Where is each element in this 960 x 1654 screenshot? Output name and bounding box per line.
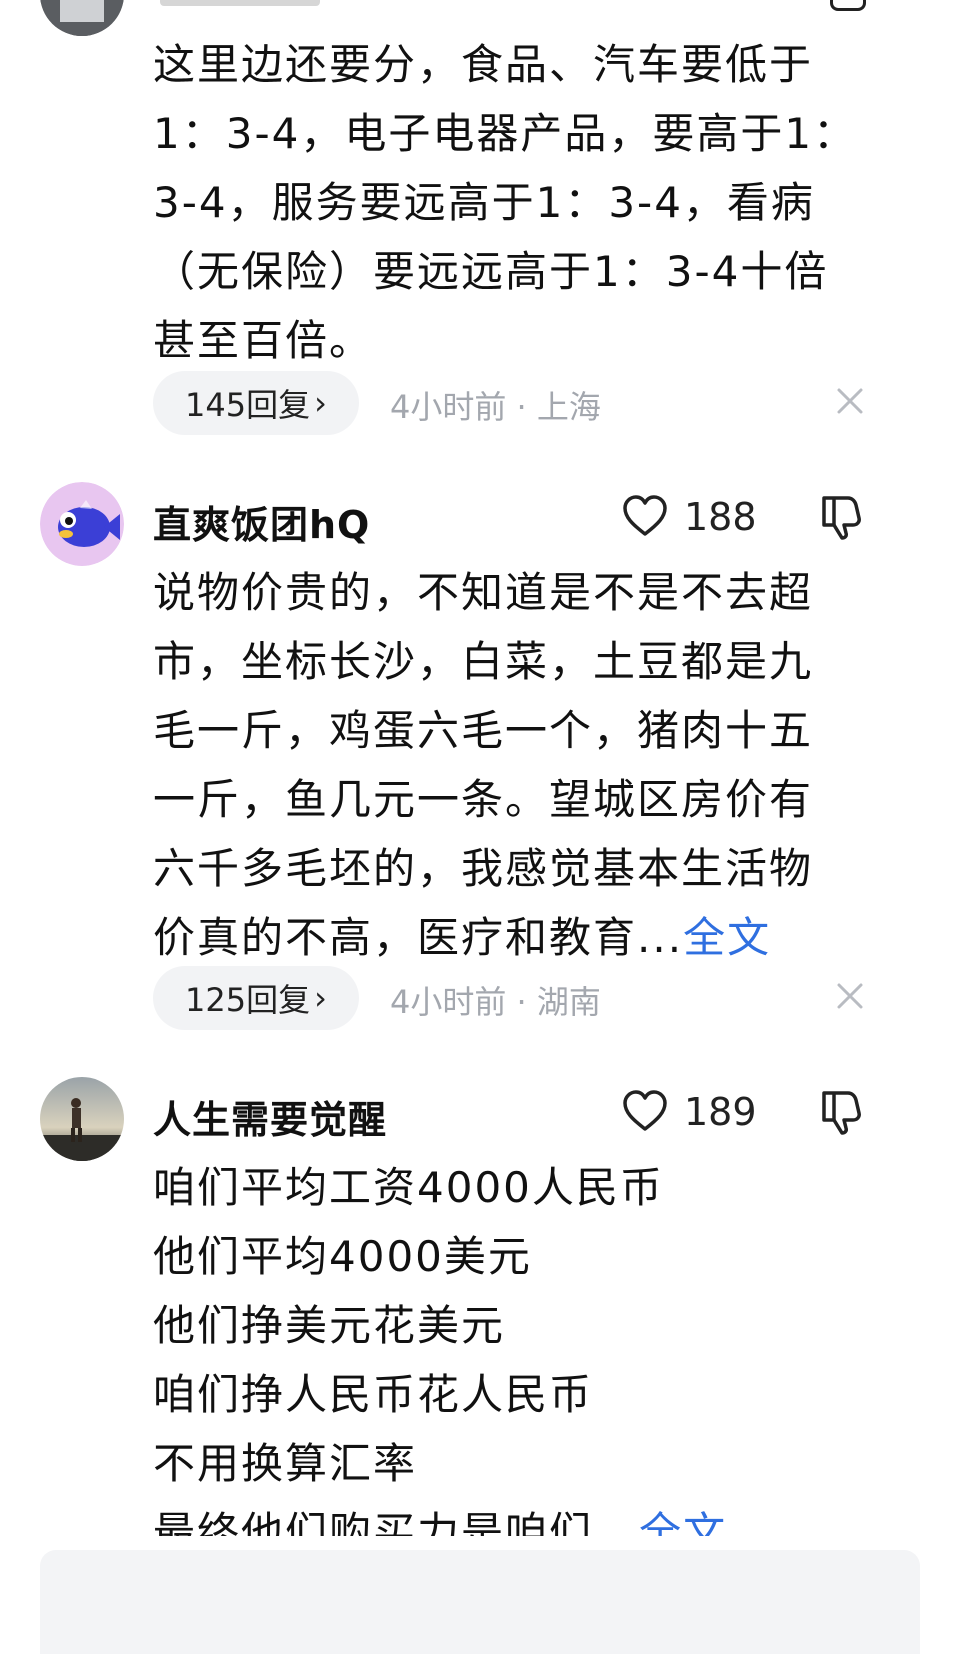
truncated-text: 最终他们购买力是咱们... xyxy=(153,1508,640,1536)
replies-label: 125回复 xyxy=(185,981,311,1019)
avatar[interactable] xyxy=(40,0,124,36)
heart-outline-icon[interactable] xyxy=(622,494,668,538)
truncated-text: 价真的不高，医疗和教育... xyxy=(153,913,684,962)
read-more-link[interactable]: 全文 xyxy=(683,913,771,962)
comment-time: 4小时前 xyxy=(390,983,507,1021)
avatar[interactable] xyxy=(40,1077,124,1161)
close-icon[interactable] xyxy=(835,981,865,1011)
like-count: 189 xyxy=(684,1090,757,1134)
comment-input-bar[interactable] xyxy=(40,1550,920,1654)
username[interactable]: 直爽饭团hQ xyxy=(153,494,370,549)
chevron-right-icon: › xyxy=(314,979,327,1017)
heart-outline-icon[interactable] xyxy=(622,1089,668,1133)
comment-location: 上海 xyxy=(536,388,601,426)
thumbs-down-icon[interactable] xyxy=(818,494,862,540)
username-cut-off xyxy=(160,0,320,6)
comment-location: 湖南 xyxy=(536,983,601,1021)
replies-button[interactable]: 145回复 › xyxy=(153,371,359,435)
replies-button[interactable]: 125回复 › xyxy=(153,966,359,1030)
read-more-link[interactable]: 全文 xyxy=(639,1508,727,1536)
username[interactable]: 人生需要觉醒 xyxy=(153,1089,387,1144)
comment-content: 这里边还要分，食品、汽车要低于 1：3-4，电子电器产品，要高于1： 3-4，服… xyxy=(153,40,858,365)
avatar[interactable] xyxy=(40,482,124,566)
chevron-right-icon: › xyxy=(314,384,327,422)
comment-content: 说物价贵的，不知道是不是不去超 市，坐标长沙，白菜，土豆都是九 毛一斤，鸡蛋六毛… xyxy=(153,568,814,962)
comment-meta: 4小时前 · 湖南 xyxy=(390,983,601,1021)
thumbs-down-icon[interactable] xyxy=(830,0,866,11)
thumbs-down-icon[interactable] xyxy=(818,1089,862,1135)
person-photo-avatar xyxy=(40,1077,124,1161)
replies-label: 145回复 xyxy=(185,386,311,424)
cartoon-fish-avatar xyxy=(40,482,124,566)
close-icon[interactable] xyxy=(835,386,865,416)
comment-content: 咱们平均工资4000人民币 他们平均4000美元 他们挣美元花美元 咱们挣人民币… xyxy=(153,1153,893,1536)
comment-meta: 4小时前 · 上海 xyxy=(390,388,601,426)
avatar-image xyxy=(40,0,124,36)
comment-time: 4小时前 xyxy=(390,388,507,426)
like-count: 188 xyxy=(684,495,757,539)
